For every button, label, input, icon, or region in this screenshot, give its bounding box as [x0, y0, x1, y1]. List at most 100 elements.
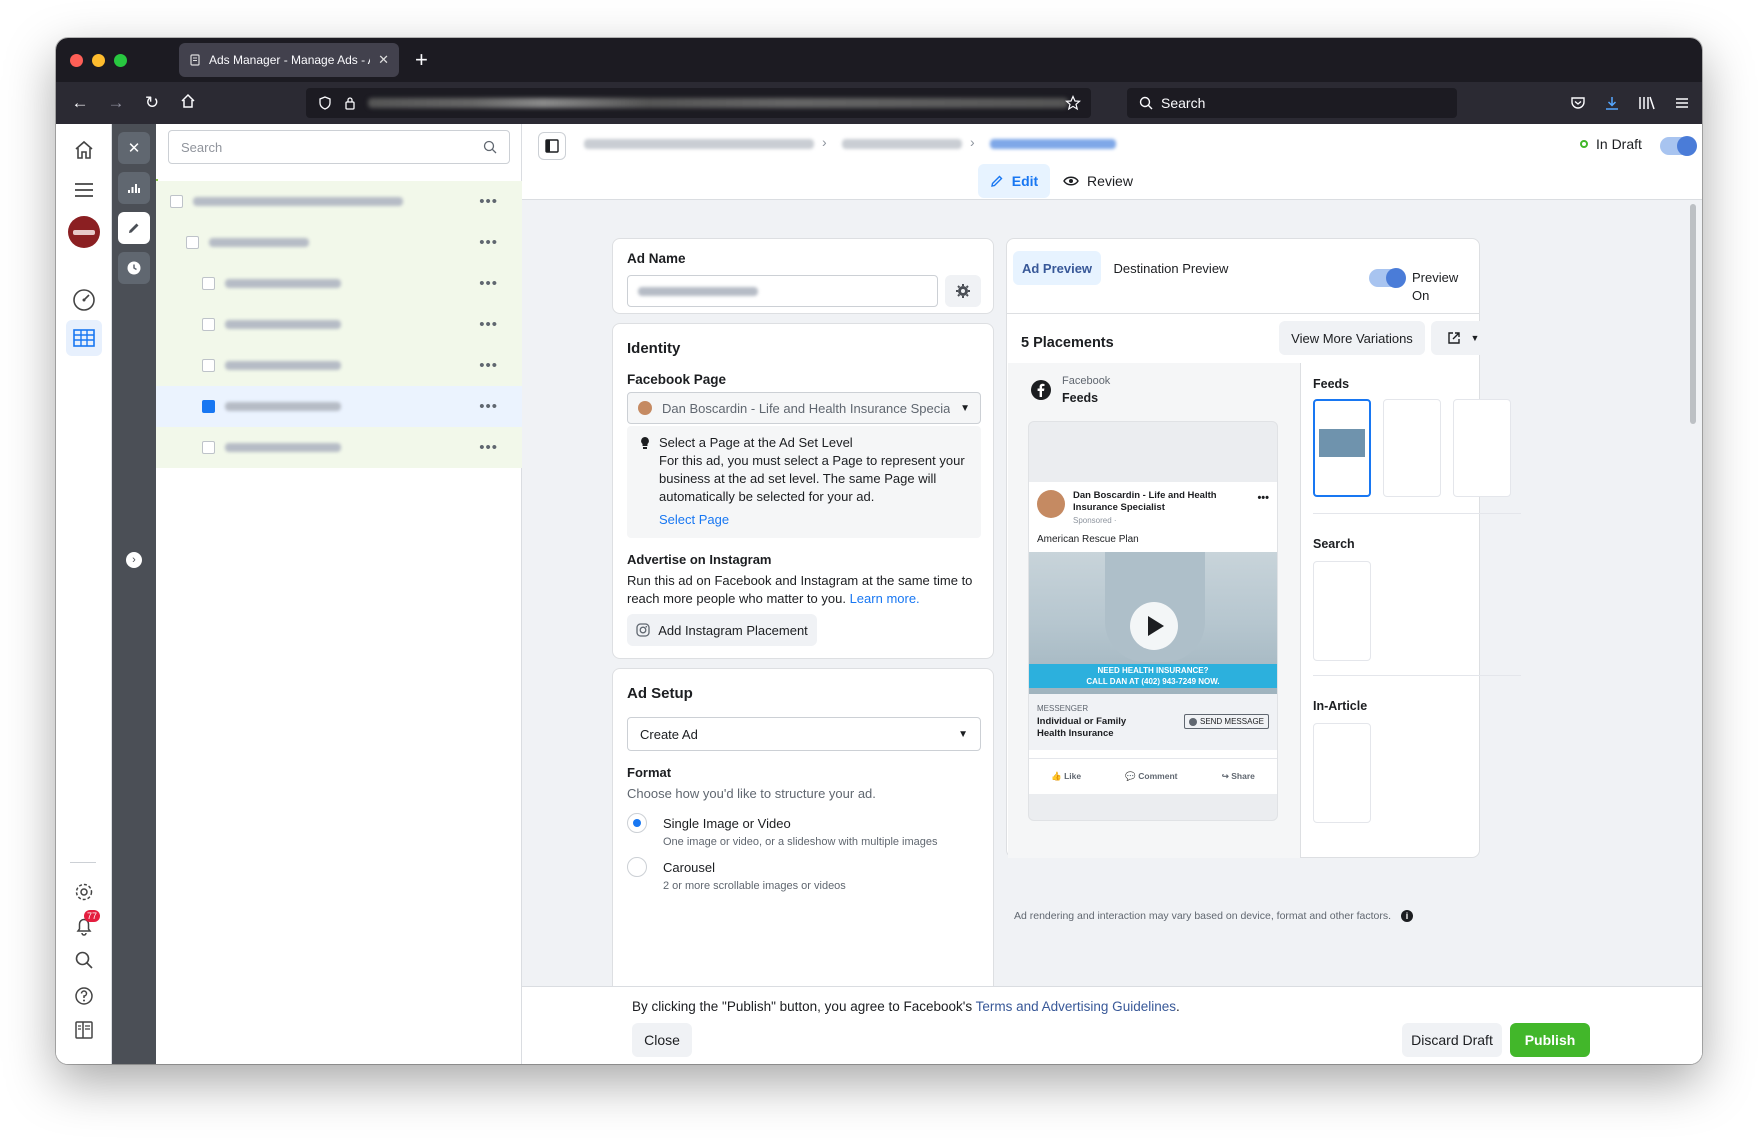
new-tab-button[interactable]: + — [415, 49, 428, 71]
tree-search-input[interactable]: Search — [168, 130, 510, 164]
close-tab-icon[interactable]: ✕ — [378, 52, 389, 68]
eye-icon — [1063, 176, 1079, 186]
discard-draft-button[interactable]: Discard Draft — [1402, 1023, 1502, 1057]
tree-row-adset[interactable]: ••• — [156, 222, 522, 263]
row-checkbox[interactable] — [202, 400, 215, 413]
close-window-button[interactable] — [70, 53, 83, 67]
forward-arrow-icon[interactable]: → — [98, 93, 134, 113]
row-checkbox[interactable] — [170, 195, 183, 208]
row-checkbox[interactable] — [202, 359, 215, 372]
performance-gauge-icon[interactable] — [66, 282, 102, 318]
messenger-icon — [1188, 717, 1197, 726]
send-message-button[interactable]: SEND MESSAGE — [1183, 714, 1269, 729]
row-checkbox[interactable] — [202, 277, 215, 290]
post-actions: 👍 Like 💬 Comment ↪ Share — [1029, 758, 1277, 794]
back-arrow-icon[interactable]: ← — [62, 93, 98, 113]
select-page-link[interactable]: Select Page — [659, 511, 729, 529]
minimize-window-button[interactable] — [92, 53, 105, 67]
carousel-radio[interactable] — [627, 857, 647, 877]
search-thumbnail[interactable] — [1313, 561, 1371, 661]
facebook-page-select[interactable]: Dan Boscardin - Life and Health Insuranc… — [627, 392, 981, 424]
learn-more-link[interactable]: Learn more. — [850, 591, 920, 606]
row-checkbox[interactable] — [202, 441, 215, 454]
expand-chevron-icon[interactable]: › — [126, 552, 142, 568]
home-icon[interactable] — [170, 93, 206, 114]
info-icon[interactable]: i — [1401, 910, 1414, 922]
help-question-icon[interactable] — [66, 978, 102, 1014]
ad-setup-select[interactable]: Create Ad ▼ — [627, 717, 981, 751]
search-nav-icon[interactable] — [66, 942, 102, 978]
breadcrumb-ad[interactable] — [990, 139, 1116, 149]
preview-toggle[interactable] — [1369, 268, 1406, 288]
edit-pencil-icon[interactable] — [118, 212, 150, 244]
browser-search-field[interactable]: Search — [1127, 88, 1457, 118]
post-more-icon[interactable]: ••• — [1257, 492, 1269, 504]
edit-tab-button[interactable]: Edit — [978, 164, 1050, 198]
report-panel-icon[interactable] — [66, 1012, 102, 1048]
feeds-thumbnail-selected[interactable] — [1313, 399, 1371, 497]
comment-button[interactable]: 💬 Comment — [1125, 771, 1177, 782]
terms-link[interactable]: Terms and Advertising Guidelines — [976, 999, 1176, 1014]
ad-preview-tab[interactable]: Ad Preview — [1013, 251, 1101, 285]
chart-bar-icon[interactable] — [118, 172, 150, 204]
share-button[interactable]: ↪ Share — [1222, 771, 1255, 782]
tree-row-ad-selected[interactable]: ••• — [156, 386, 522, 427]
feeds-thumbnail[interactable] — [1383, 399, 1441, 497]
row-checkbox[interactable] — [186, 236, 199, 249]
tree-row-ad[interactable]: ••• — [156, 263, 522, 304]
address-bar[interactable] — [306, 88, 1091, 118]
breadcrumb-campaign[interactable] — [584, 139, 814, 149]
close-button[interactable]: Close — [632, 1023, 692, 1057]
row-more-icon[interactable]: ••• — [479, 316, 498, 333]
review-tab-button[interactable]: Review — [1058, 164, 1138, 198]
tree-row-ad[interactable]: ••• — [156, 427, 522, 468]
destination-preview-tab[interactable]: Destination Preview — [1107, 251, 1235, 285]
library-icon[interactable] — [1638, 95, 1656, 111]
row-more-icon[interactable]: ••• — [479, 398, 498, 415]
share-preview-button[interactable]: ▼ — [1431, 321, 1495, 355]
tree-row-ad[interactable]: ••• — [156, 304, 522, 345]
breadcrumb-adset[interactable] — [842, 139, 962, 149]
in-article-thumbnail[interactable] — [1313, 723, 1371, 823]
toggle-sidebar-icon[interactable] — [538, 132, 566, 160]
instagram-body-line-1: Run this ad on Facebook and Instagram at… — [627, 573, 973, 588]
ads-manager-table-icon[interactable] — [66, 320, 102, 356]
home-nav-icon[interactable] — [66, 132, 102, 168]
ad-name-input[interactable] — [627, 275, 938, 307]
view-more-variations-button[interactable]: View More Variations — [1279, 321, 1425, 355]
single-image-radio[interactable] — [627, 813, 647, 833]
row-more-icon[interactable]: ••• — [479, 439, 498, 456]
zoom-window-button[interactable] — [114, 53, 127, 67]
publish-button[interactable]: Publish — [1510, 1023, 1590, 1057]
redacted-name — [225, 320, 341, 329]
account-avatar[interactable] — [66, 214, 102, 250]
notifications-bell-icon[interactable]: 77 — [66, 908, 102, 944]
shield-icon[interactable] — [318, 96, 332, 110]
download-icon[interactable] — [1604, 95, 1620, 111]
add-instagram-placement-button[interactable]: Add Instagram Placement — [627, 614, 817, 646]
ad-name-settings-gear-icon[interactable] — [945, 275, 981, 307]
draft-toggle[interactable] — [1660, 136, 1697, 156]
row-checkbox[interactable] — [202, 318, 215, 331]
reload-icon[interactable]: ↻ — [134, 93, 170, 113]
bookmark-star-icon[interactable] — [1065, 95, 1081, 111]
close-panel-icon[interactable]: ✕ — [118, 132, 150, 164]
hamburger-menu-icon[interactable] — [66, 172, 102, 208]
browser-tab[interactable]: Ads Manager - Manage Ads - Ac ✕ — [179, 43, 399, 77]
like-button[interactable]: 👍 Like — [1051, 771, 1081, 782]
row-more-icon[interactable]: ••• — [479, 357, 498, 374]
row-more-icon[interactable]: ••• — [479, 193, 498, 210]
pocket-icon[interactable] — [1570, 95, 1586, 111]
settings-gear-icon[interactable] — [66, 874, 102, 910]
tree-row-campaign[interactable]: ••• — [156, 181, 522, 222]
feeds-thumbnail[interactable] — [1453, 399, 1511, 497]
tree-row-ad[interactable]: ••• — [156, 345, 522, 386]
row-more-icon[interactable]: ••• — [479, 275, 498, 292]
menu-icon[interactable] — [1674, 95, 1690, 111]
play-button-icon[interactable] — [1130, 602, 1178, 650]
main-scrollbar[interactable] — [1690, 204, 1696, 424]
placement-divider — [1300, 363, 1301, 858]
row-more-icon[interactable]: ••• — [479, 234, 498, 251]
history-clock-icon[interactable] — [118, 252, 150, 284]
lock-icon[interactable] — [344, 96, 356, 110]
